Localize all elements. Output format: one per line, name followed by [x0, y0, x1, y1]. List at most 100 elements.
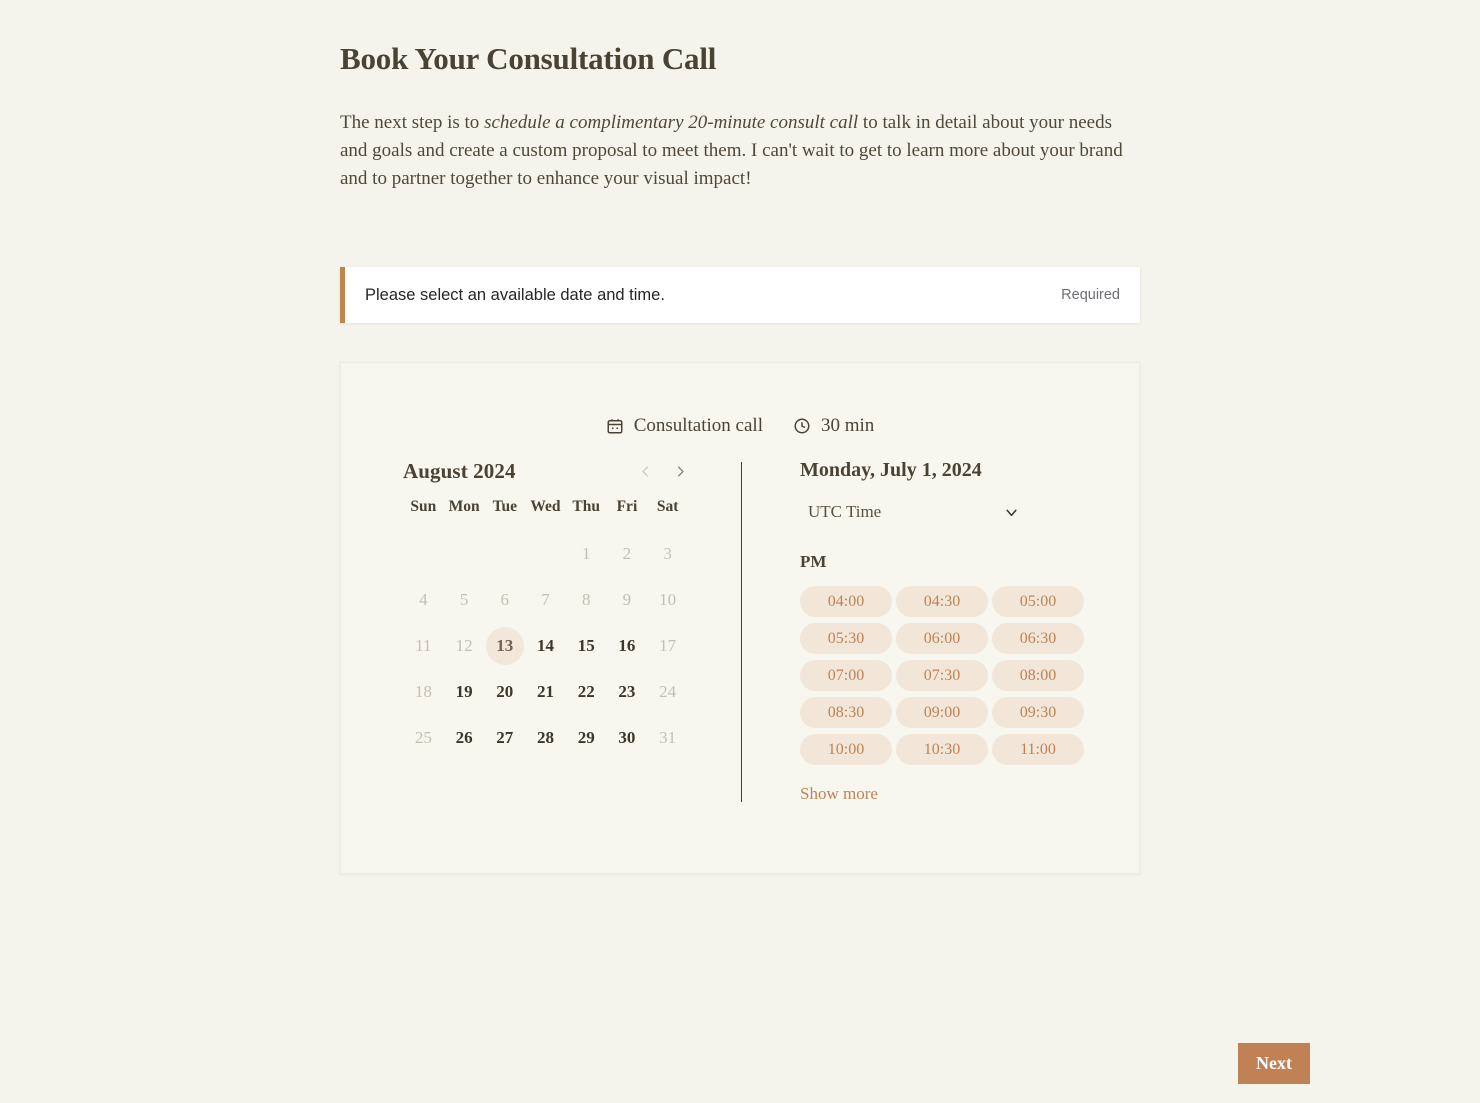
- calendar-day-15[interactable]: 15: [566, 626, 607, 666]
- calendar-day-18: 18: [403, 672, 444, 712]
- weekday-header: Sun: [410, 498, 437, 515]
- weekday-header: Thu: [572, 498, 600, 515]
- calendar-day-label: 4: [419, 590, 428, 609]
- calendar-day-30[interactable]: 30: [607, 718, 648, 758]
- calendar-day-label: 19: [455, 682, 473, 701]
- event-name-item: Consultation call: [606, 415, 763, 437]
- calendar-day-label: 7: [541, 590, 550, 609]
- calendar-day-label: 1: [581, 544, 591, 563]
- weekday-header: Mon: [448, 498, 480, 515]
- calendar-day-21[interactable]: 21: [525, 672, 566, 712]
- time-slot-1000[interactable]: 10:00: [800, 734, 892, 765]
- calendar-day-23[interactable]: 23: [607, 672, 648, 712]
- time-slot-0730[interactable]: 07:30: [896, 660, 988, 691]
- calendar-day-22[interactable]: 22: [566, 672, 607, 712]
- time-slot-0400[interactable]: 04:00: [800, 586, 892, 617]
- calendar-nav: [638, 464, 688, 479]
- calendar-day-12: 12: [444, 626, 485, 666]
- calendar-day-11: 11: [403, 626, 444, 666]
- calendar-icon: [606, 417, 624, 435]
- time-slot-0630[interactable]: 06:30: [992, 623, 1084, 654]
- intro-paragraph: The next step is to schedule a complimen…: [340, 77, 1130, 193]
- calendar-day-label: 5: [459, 590, 469, 609]
- calendar-day-31: 31: [647, 718, 688, 758]
- calendar-day-label: 23: [618, 682, 636, 701]
- calendar-day-label: 15: [577, 636, 595, 655]
- weekday-header: Fri: [616, 498, 638, 515]
- booking-body: August 2024 Sun Mon Tue Wed Thu Fri Sat 1 2 3 4 5 6 7…: [341, 437, 1139, 804]
- calendar-blank-cell: [484, 534, 525, 574]
- time-slot-0430[interactable]: 04:30: [896, 586, 988, 617]
- selected-date-label: Monday, July 1, 2024: [800, 459, 982, 481]
- calendar-day-label: 25: [414, 728, 432, 747]
- clock-icon: [793, 417, 811, 435]
- time-slot-0930[interactable]: 09:30: [992, 697, 1084, 728]
- intro-prefix: The next step is to: [340, 112, 485, 134]
- calendar-day-2: 2: [607, 534, 648, 574]
- validation-alert: Please select an available date and time…: [340, 267, 1140, 323]
- calendar-day-14[interactable]: 14: [525, 626, 566, 666]
- calendar-day-label: 17: [659, 636, 677, 655]
- calendar-day-25: 25: [403, 718, 444, 758]
- calendar-day-24: 24: [647, 672, 688, 712]
- calendar-day-27[interactable]: 27: [484, 718, 525, 758]
- time-slot-1030[interactable]: 10:30: [896, 734, 988, 765]
- time-slot-grid: 04:00 04:30 05:00 05:30 06:00 06:30 07:00 07:30…: [800, 586, 1090, 765]
- calendar-day-13[interactable]: 13: [484, 626, 525, 666]
- page-title: Book Your Consultation Call: [340, 41, 717, 76]
- weekday-header: Tue: [492, 498, 517, 515]
- next-button[interactable]: Next: [1238, 1043, 1310, 1084]
- calendar-header: August 2024: [403, 459, 688, 484]
- calendar-day-label: 26: [455, 728, 473, 747]
- calendar-day-7: 7: [525, 580, 566, 620]
- time-slot-0600[interactable]: 06:00: [896, 623, 988, 654]
- chevron-right-icon[interactable]: [673, 464, 688, 479]
- intro-emphasis: schedule a complimentary 20-minute consu…: [484, 112, 859, 134]
- calendar-grid: Sun Mon Tue Wed Thu Fri Sat 1 2 3 4 5 6 7 8 9 10 11 12 13 14…: [403, 498, 688, 758]
- time-slot-0800[interactable]: 08:00: [992, 660, 1084, 691]
- calendar-day-label: 16: [618, 636, 636, 655]
- calendar-day-label: 29: [577, 728, 595, 747]
- calendar-day-28[interactable]: 28: [525, 718, 566, 758]
- booking-widget: Consultation call 30 min August 2024 Sun…: [340, 362, 1140, 874]
- calendar-blank-cell: [525, 534, 566, 574]
- time-slot-1100[interactable]: 11:00: [992, 734, 1084, 765]
- timezone-select[interactable]: UTC Time: [800, 496, 1028, 528]
- calendar-day-20[interactable]: 20: [484, 672, 525, 712]
- period-label: PM: [800, 552, 827, 571]
- calendar-day-1: 1: [566, 534, 607, 574]
- calendar-day-label: 12: [455, 636, 473, 655]
- calendar-day-label: 31: [659, 728, 677, 747]
- chevron-left-icon[interactable]: [638, 464, 653, 479]
- calendar-day-label: 8: [581, 590, 591, 609]
- time-slot-0500[interactable]: 05:00: [992, 586, 1084, 617]
- calendar-day-label: 30: [618, 728, 636, 747]
- calendar-day-17: 17: [647, 626, 688, 666]
- calendar-day-26[interactable]: 26: [444, 718, 485, 758]
- time-slot-0530[interactable]: 05:30: [800, 623, 892, 654]
- calendar-day-16[interactable]: 16: [607, 626, 648, 666]
- show-more-link[interactable]: Show more: [800, 784, 878, 804]
- calendar-blank-cell: [444, 534, 485, 574]
- calendar-day-29[interactable]: 29: [566, 718, 607, 758]
- calendar-day-label: 28: [536, 728, 554, 747]
- calendar-day-label: 18: [414, 682, 432, 701]
- calendar-day-label: 6: [500, 590, 510, 609]
- calendar-day-label: 9: [622, 590, 632, 609]
- duration-item: 30 min: [793, 415, 874, 437]
- calendar-day-label: 24: [659, 682, 677, 701]
- calendar-day-19[interactable]: 19: [444, 672, 485, 712]
- calendar-day-9: 9: [607, 580, 648, 620]
- calendar-blank-cell: [403, 534, 444, 574]
- duration-label: 30 min: [820, 415, 875, 436]
- alert-message: Please select an available date and time…: [365, 285, 665, 304]
- time-slot-0700[interactable]: 07:00: [800, 660, 892, 691]
- calendar-day-label: 22: [577, 682, 595, 701]
- time-slot-0830[interactable]: 08:30: [800, 697, 892, 728]
- calendar-day-label: 14: [536, 636, 554, 655]
- calendar-day-label: 10: [659, 590, 677, 609]
- calendar-day-8: 8: [566, 580, 607, 620]
- weekday-header: Sat: [656, 498, 679, 515]
- time-slot-0900[interactable]: 09:00: [896, 697, 988, 728]
- calendar-day-label: 11: [415, 636, 432, 655]
